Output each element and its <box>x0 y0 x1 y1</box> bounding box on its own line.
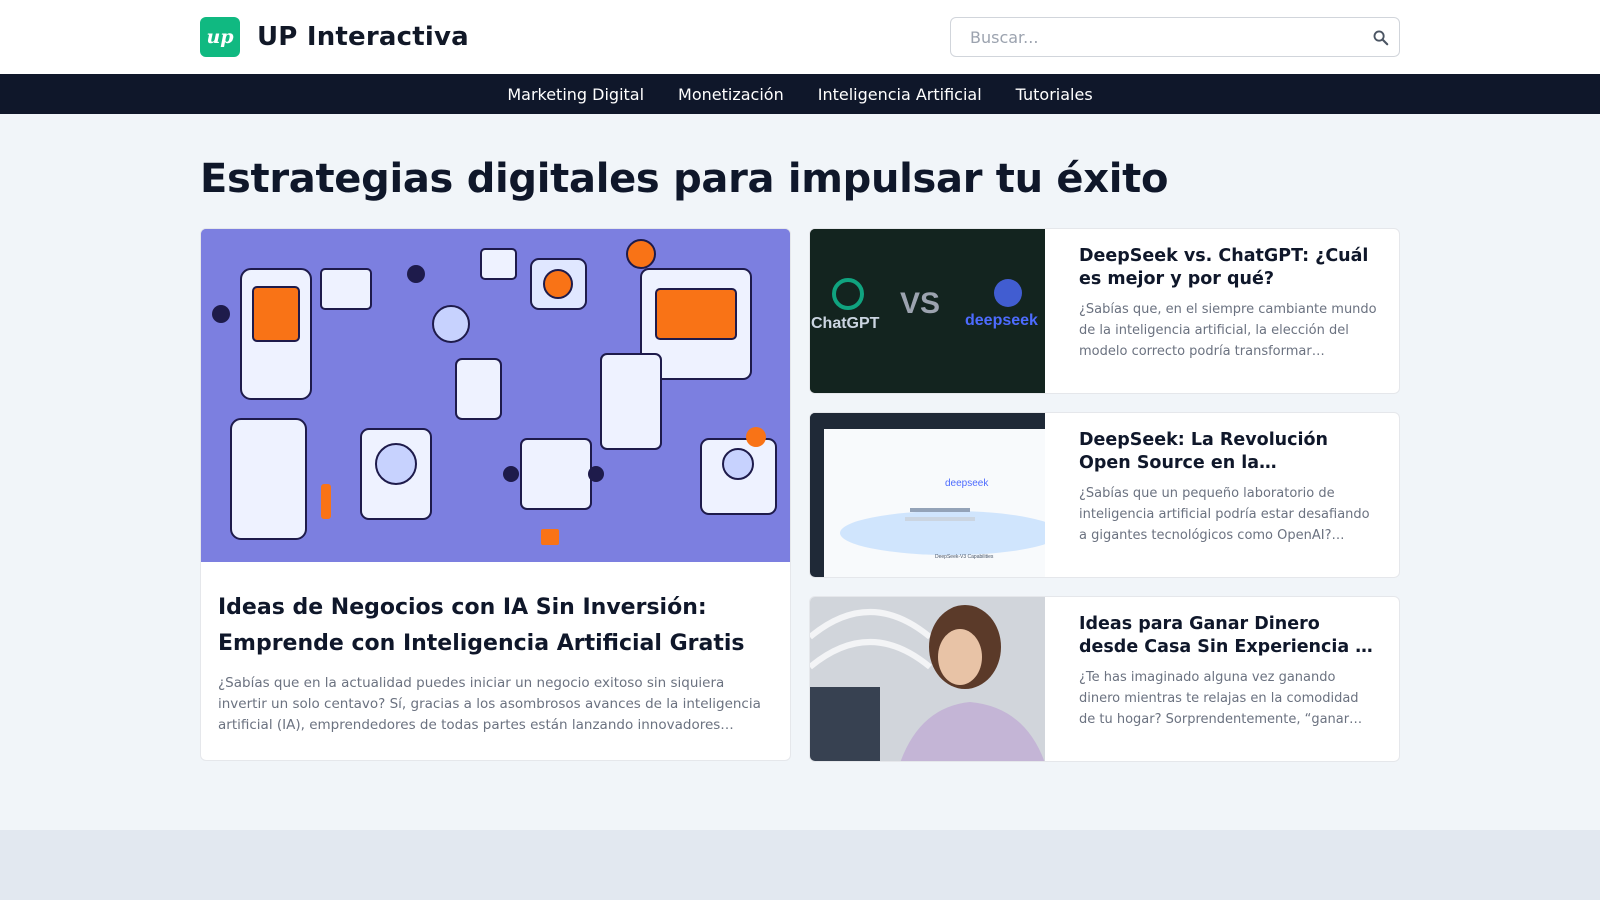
side-post-title[interactable]: DeepSeek: La Revolución Open Source en l… <box>1079 429 1377 475</box>
page-title: Estrategias digitales para impulsar tu é… <box>200 156 1169 202</box>
post-thumbnail[interactable] <box>810 597 1045 761</box>
main-nav: Marketing Digital Monetización Inteligen… <box>0 74 1600 114</box>
side-post-body: Ideas para Ganar Dinero desde Casa Sin E… <box>1045 597 1399 761</box>
nav-item-monetizacion[interactable]: Monetización <box>678 85 784 104</box>
side-post-title[interactable]: DeepSeek vs. ChatGPT: ¿Cuál es mejor y p… <box>1079 245 1377 291</box>
side-posts: ChatGPT VS deepseek DeepSeek vs. ChatGPT… <box>809 228 1400 762</box>
thumb-caption: DeepSeek-V3 Capabilities <box>935 554 994 560</box>
side-post-excerpt: ¿Sabías que un pequeño laboratorio de in… <box>1079 486 1370 543</box>
main-content: Estrategias digitales para impulsar tu é… <box>200 114 1400 830</box>
side-post[interactable]: ChatGPT VS deepseek DeepSeek vs. ChatGPT… <box>809 228 1400 394</box>
header-inner: up UP Interactiva <box>200 17 1400 57</box>
featured-post[interactable]: Ideas de Negocios con IA Sin Inversión: … <box>200 228 791 761</box>
footer-band <box>0 830 1600 900</box>
search-box <box>950 17 1400 57</box>
side-post-excerpt: ¿Sabías que, en el siempre cambiante mun… <box>1079 302 1377 359</box>
side-post-body: DeepSeek: La Revolución Open Source en l… <box>1045 413 1399 577</box>
side-post-title[interactable]: Ideas para Ganar Dinero desde Casa Sin E… <box>1079 613 1377 659</box>
post-thumbnail[interactable]: deepseek DeepSeek-V3 Capabilities <box>810 413 1045 577</box>
thumb-deepseek-logo: deepseek <box>945 478 989 489</box>
featured-title[interactable]: Ideas de Negocios con IA Sin Inversión: … <box>218 590 773 662</box>
thumb-chatgpt-text: ChatGPT <box>811 315 880 332</box>
thumb-deepseek-text: deepseek <box>965 312 1038 329</box>
featured-illustration[interactable] <box>201 229 790 562</box>
search-input[interactable] <box>968 26 1369 48</box>
brand[interactable]: up UP Interactiva <box>200 17 469 57</box>
featured-body: Ideas de Negocios con IA Sin Inversión: … <box>201 562 790 736</box>
search-icon[interactable] <box>1369 26 1391 48</box>
logo-icon[interactable]: up <box>200 17 240 57</box>
side-post-excerpt: ¿Te has imaginado alguna vez ganando din… <box>1079 670 1359 727</box>
site-name[interactable]: UP Interactiva <box>257 22 469 52</box>
featured-excerpt: ¿Sabías que en la actualidad puedes inic… <box>218 675 761 733</box>
post-thumbnail[interactable]: ChatGPT VS deepseek <box>810 229 1045 393</box>
posts-grid: Ideas de Negocios con IA Sin Inversión: … <box>200 228 1400 762</box>
side-post[interactable]: Ideas para Ganar Dinero desde Casa Sin E… <box>809 596 1400 762</box>
site-header: up UP Interactiva <box>0 0 1600 74</box>
nav-item-marketing-digital[interactable]: Marketing Digital <box>507 85 644 104</box>
side-post-body: DeepSeek vs. ChatGPT: ¿Cuál es mejor y p… <box>1045 229 1399 393</box>
nav-item-inteligencia-artificial[interactable]: Inteligencia Artificial <box>818 85 982 104</box>
thumb-vs-text: VS <box>900 287 941 320</box>
nav-item-tutoriales[interactable]: Tutoriales <box>1016 85 1093 104</box>
side-post[interactable]: deepseek DeepSeek-V3 Capabilities DeepSe… <box>809 412 1400 578</box>
